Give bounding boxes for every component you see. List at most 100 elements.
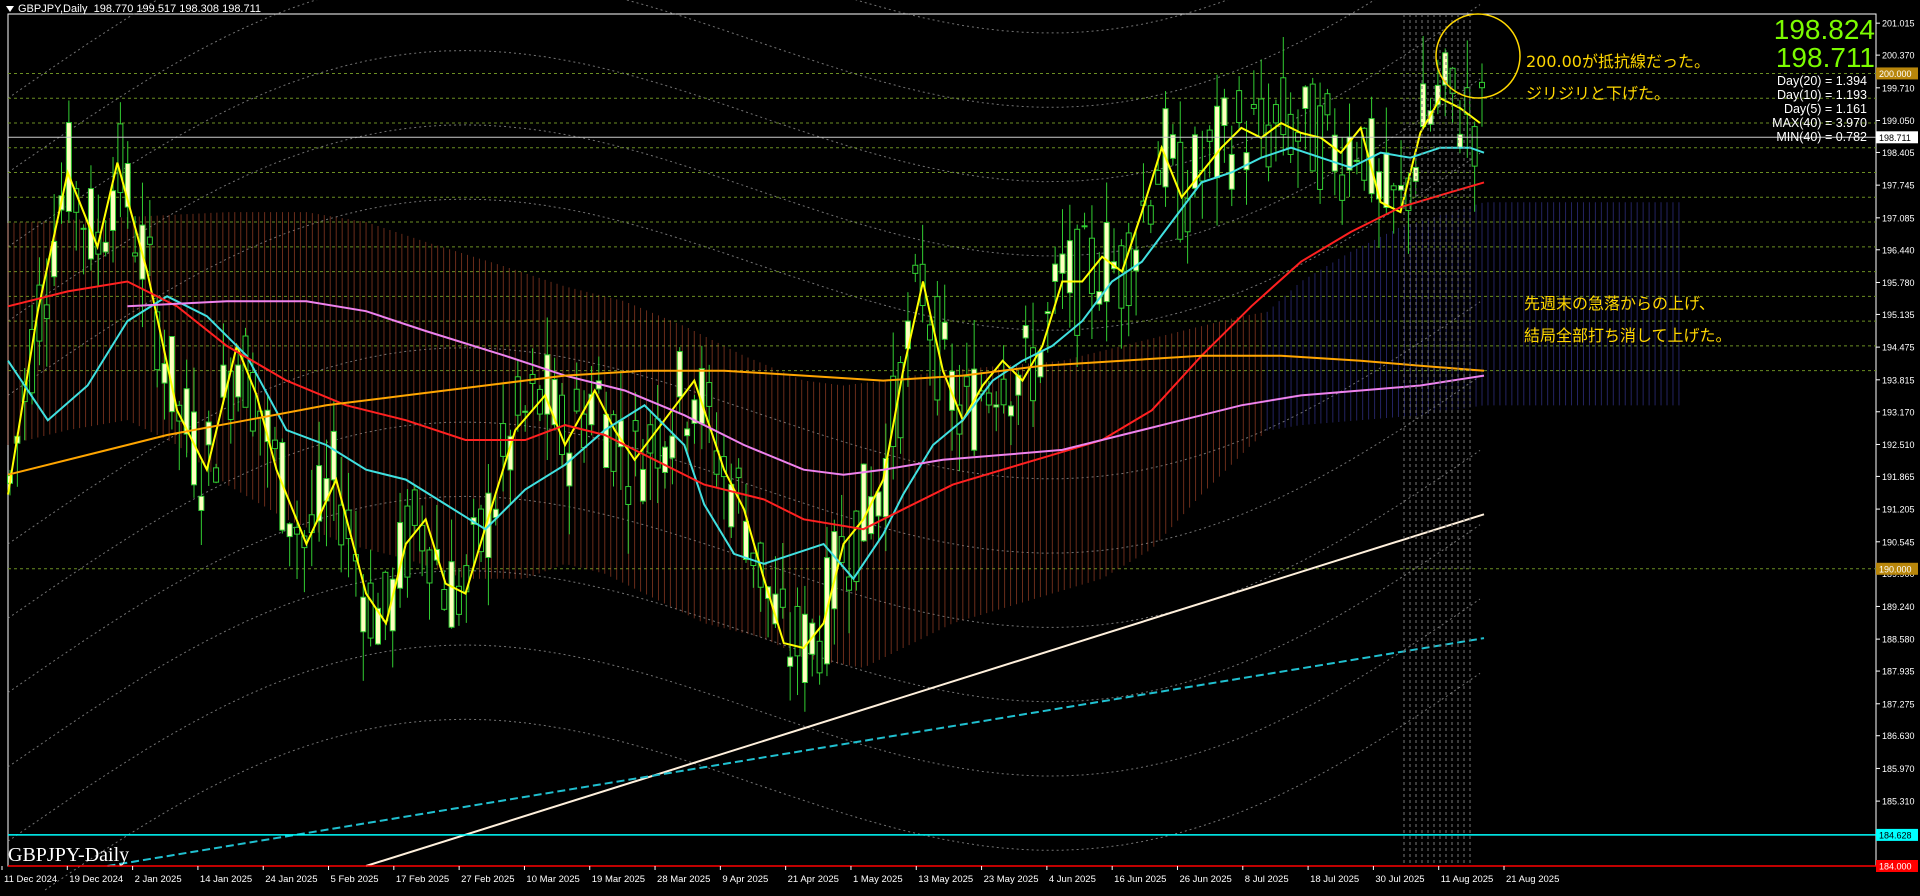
y-tick-label: 187.935 [1882,667,1915,677]
candle-body [971,368,978,451]
x-tick-label: 19 Dec 2024 [69,874,123,885]
y-tick-label: 188.580 [1882,635,1915,645]
candle-body [566,452,573,487]
ask-price: 198.711 [1775,42,1875,73]
candle-body [271,439,278,450]
candle-body [985,392,992,406]
candle-body [743,520,749,561]
candle-body [110,190,117,231]
price-label-text: 190.000 [1879,564,1912,574]
stat-day10: Day(10) = 1.193 [1777,88,1867,102]
x-tick-label: 8 Jul 2025 [1245,874,1289,885]
candle-body [846,576,853,591]
candle-body [1037,350,1044,378]
y-tick-label: 196.440 [1882,245,1915,255]
x-tick-label: 16 Jun 2025 [1114,874,1166,885]
envelope-band [7,449,1481,694]
x-tick-label: 1 May 2025 [853,874,903,885]
y-tick-label: 190.545 [1882,537,1915,547]
x-tick-label: 19 Mar 2025 [592,874,645,885]
x-tick-label: 14 Jan 2025 [200,874,252,885]
y-tick-label: 195.780 [1882,278,1915,288]
y-tick-label: 199.710 [1882,83,1915,93]
candle-body [65,122,72,212]
candle-body [1214,105,1221,179]
x-tick-label: 4 Jun 2025 [1049,874,1096,885]
candle-body [1147,205,1154,225]
candle-body [1250,104,1257,109]
candle-body [441,589,448,610]
y-tick-label: 192.510 [1882,440,1915,450]
chart-svg[interactable]: 201.015 200.370 199.710 199.050 198.405 197.7… [0,0,1920,896]
candle-body [1258,98,1265,138]
price-label-text: 184.000 [1879,862,1912,872]
x-tick-label: 24 Jan 2025 [265,874,317,885]
candle-body [662,446,669,473]
envelope-band [7,0,1376,173]
candle-body [146,236,153,245]
annotation-rebound-line2: 結局全部打ち消して上げた。 [1524,326,1732,345]
candle-body [286,523,293,538]
y-tick-label: 189.240 [1882,602,1915,612]
candle-body [1412,166,1419,182]
candle-body [1272,104,1279,124]
candle-body [198,495,205,511]
trend-line [365,513,1485,867]
candle-body [625,486,632,505]
candle-body [1317,105,1324,190]
annotation-circle [1435,13,1521,99]
x-tick-label: 21 Aug 2025 [1506,874,1559,885]
price-label-text: 184.628 [1879,830,1912,840]
y-tick-label: 200.370 [1882,51,1915,61]
annotation-rebound-line1: 先週末の急落からの上げ、 [1524,294,1715,313]
candle-body [639,468,646,502]
candle-body [1243,152,1250,171]
candle-body [993,404,1000,408]
candle-body [1324,93,1331,116]
y-tick-label: 194.475 [1882,343,1915,353]
candle-body [367,582,374,639]
candle-body [1383,152,1390,209]
x-tick-label: 21 Apr 2025 [788,874,839,885]
x-tick-label: 10 Mar 2025 [526,874,579,885]
x-tick-label: 30 Jul 2025 [1375,874,1424,885]
annotation-resistance-line1: 200.00が抵抗線だった。 [1526,52,1710,71]
candle-body [80,227,87,230]
candle-body [1000,378,1007,406]
y-tick-label: 186.630 [1882,731,1915,741]
chart-root[interactable]: 201.015 200.370 199.710 199.050 198.405 197.7… [0,0,1920,896]
candle-body [1420,83,1427,128]
candle-body [676,351,683,398]
candle-body [382,571,389,622]
candle-body [1066,240,1073,294]
x-tick-label: 11 Dec 2024 [4,874,57,885]
x-tick-label: 18 Jul 2025 [1310,874,1359,885]
candle-body [1059,253,1066,274]
symbol-label: GBPJPY-Daily [8,844,130,866]
candle-body [1081,225,1088,228]
candle-body [1052,263,1059,282]
candle-body [1309,83,1316,172]
candle-body [706,382,713,407]
candle-body [294,526,301,535]
candle-body [1302,86,1309,109]
candle-body [426,549,433,584]
envelope-band [7,598,1481,842]
candle-body [927,324,934,341]
x-tick-label: 11 Aug 2025 [1441,874,1494,885]
y-tick-label: 191.865 [1882,472,1915,482]
candle-body [1169,134,1176,159]
candle-body [419,524,426,552]
x-tick-label: 17 Feb 2025 [396,874,449,885]
x-tick-label: 5 Feb 2025 [331,874,379,885]
envelope-band [7,524,1481,768]
candle-body [1471,126,1478,167]
candle-body [684,428,691,437]
stat-max40: MAX(40) = 3.970 [1772,116,1867,130]
chart-menu-triangle-icon[interactable] [6,6,14,13]
candle-body [448,561,455,628]
candle-body [941,321,948,340]
candle-body [1155,169,1162,185]
stat-day5: Day(5) = 1.161 [1783,102,1867,116]
candle-body [1479,81,1486,89]
